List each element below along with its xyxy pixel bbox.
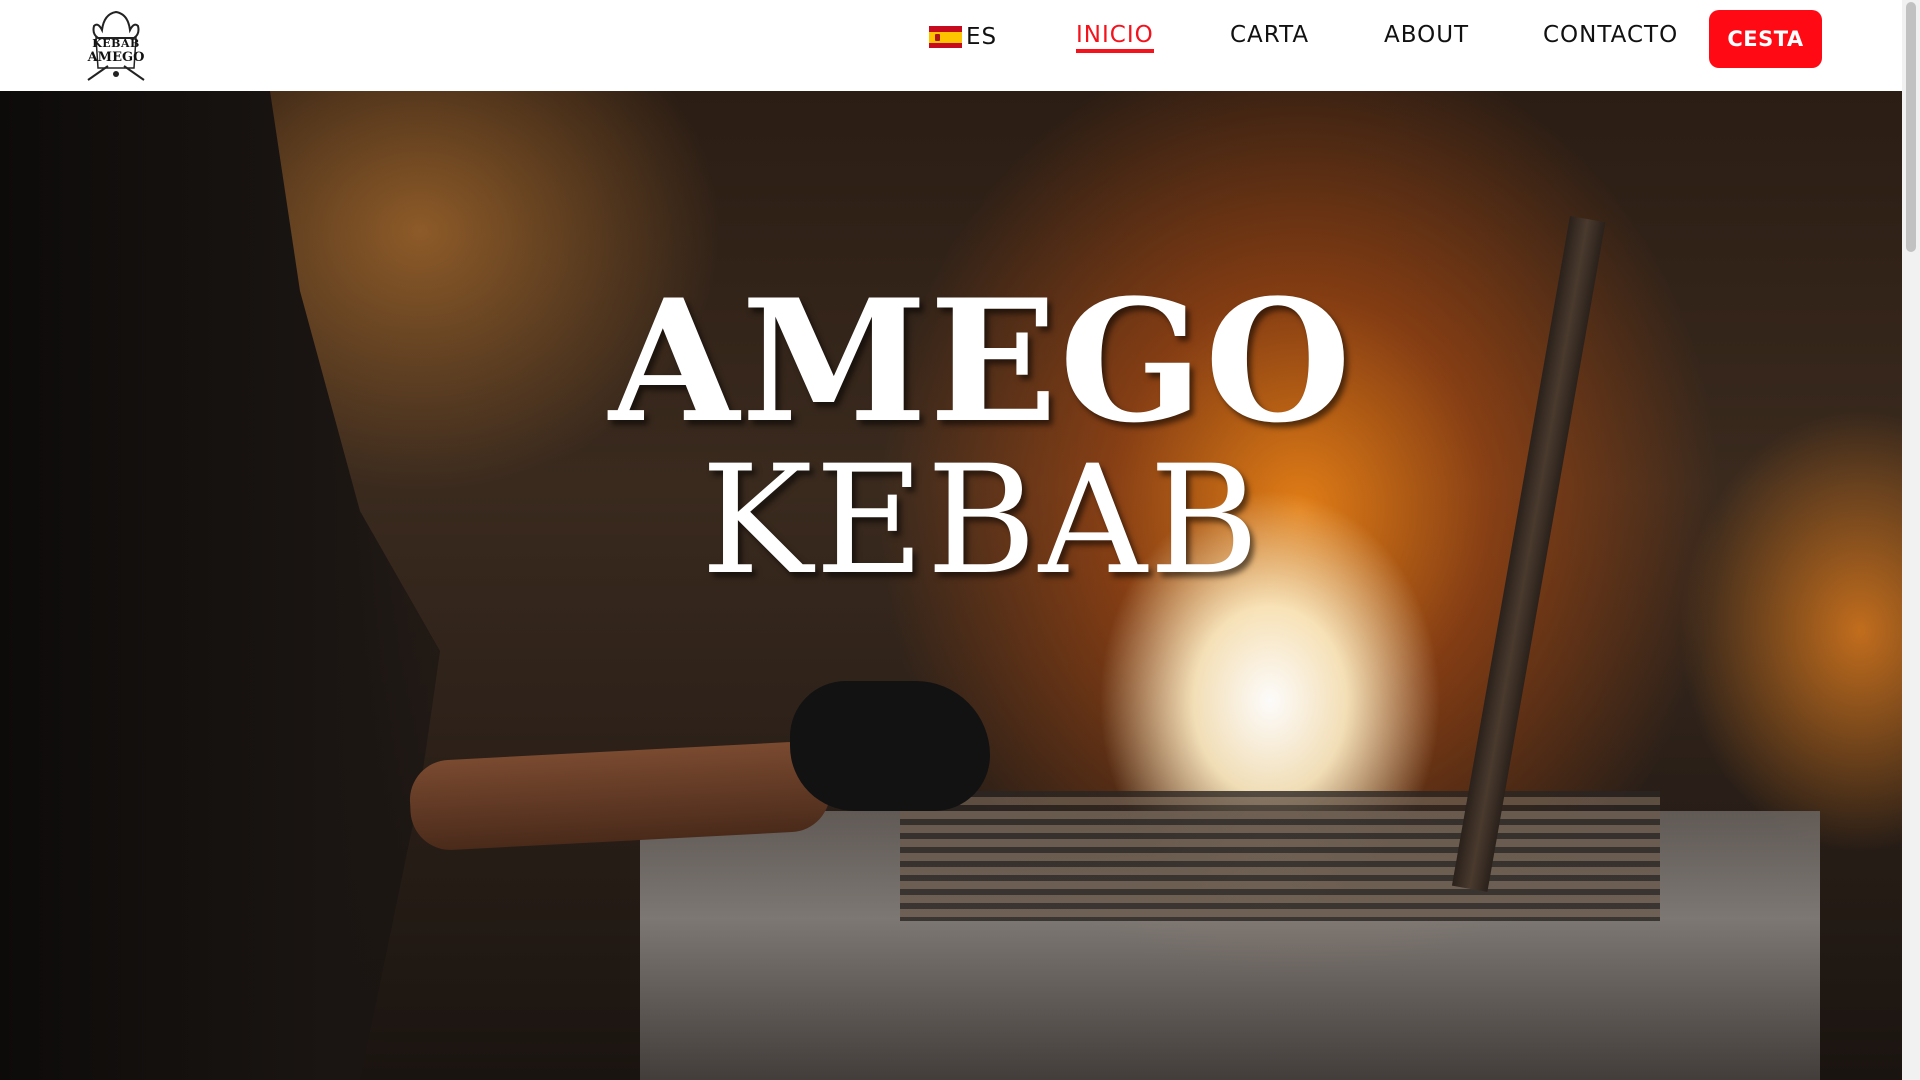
nav-link-carta[interactable]: CARTA	[1230, 22, 1309, 48]
hero-grill-bars	[900, 791, 1660, 921]
page-scrollbar[interactable]	[1902, 0, 1920, 1080]
hero-title: AMEGO	[608, 262, 1354, 460]
hero-subtitle: KEBAB	[700, 434, 1262, 608]
scrollbar-thumb[interactable]	[1906, 2, 1916, 252]
site-logo[interactable]: KEBAB AMEGO	[82, 8, 150, 84]
hero-chef-glove	[790, 681, 990, 811]
language-label: ES	[966, 24, 998, 50]
logo-text-kebab: KEBAB	[92, 37, 140, 50]
logo-text-amego: AMEGO	[87, 50, 145, 65]
cart-button[interactable]: CESTA	[1709, 10, 1822, 68]
site-header: KEBAB AMEGO ES INICIO CARTA ABOUT CONTAC…	[0, 0, 1902, 91]
hero-banner: AMEGO KEBAB	[0, 91, 1902, 1080]
language-selector[interactable]: ES	[929, 24, 997, 50]
nav-link-inicio[interactable]: INICIO	[1076, 22, 1154, 53]
page: KEBAB AMEGO ES INICIO CARTA ABOUT CONTAC…	[0, 0, 1920, 1080]
nav-link-about[interactable]: ABOUT	[1384, 22, 1469, 48]
spain-flag-icon	[929, 26, 962, 48]
nav-link-contacto[interactable]: CONTACTO	[1543, 22, 1678, 48]
